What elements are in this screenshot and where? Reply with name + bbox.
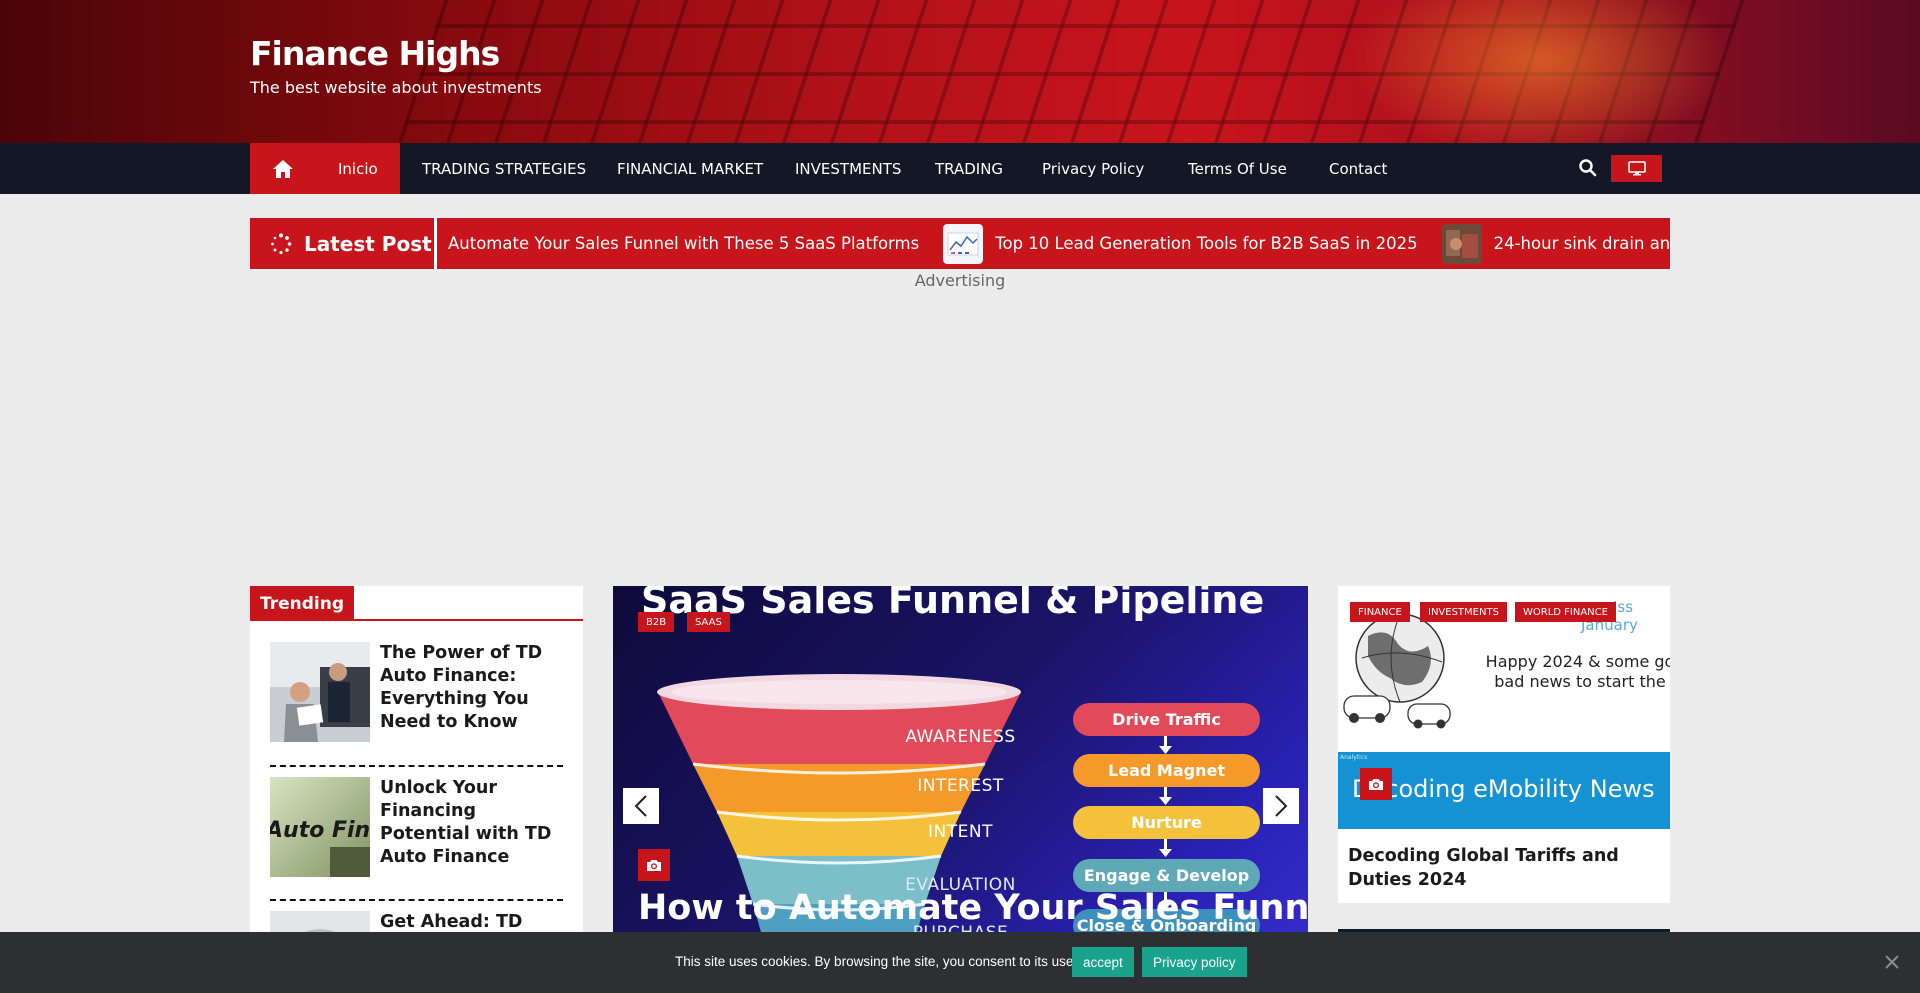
category-tag-investments[interactable]: INVESTMENTS: [1420, 602, 1507, 622]
home-icon: [273, 159, 293, 178]
nav-item-contact[interactable]: Contact: [1329, 143, 1387, 194]
card-note: Happy 2024 & some go bad news to start t…: [1480, 652, 1670, 692]
slide-caption-title[interactable]: How to Automate Your Sales Funnel: [638, 888, 1308, 928]
slide-image-title: SaaS Sales Funnel & Pipeline: [641, 586, 1265, 622]
ticker-item-title[interactable]: 24-hour sink drain and sewe: [1494, 234, 1670, 253]
ticker-thumbnail: [1441, 223, 1482, 264]
funnel-step: Drive Traffic: [1073, 703, 1260, 736]
category-tag-b2b[interactable]: B2B: [638, 612, 675, 632]
camera-icon: [647, 859, 661, 871]
gallery-badge: [638, 849, 670, 881]
card-banner-text: Decoding eMobility News: [1352, 775, 1655, 803]
ticker-label-text: Latest Post: [304, 231, 432, 256]
trending-thumbnail[interactable]: [270, 642, 370, 742]
trending-header: Trending: [250, 586, 583, 621]
trending-label: Trending: [250, 586, 355, 621]
card-small-label: Analytics: [1340, 754, 1368, 761]
slider-prev-button[interactable]: [623, 788, 659, 824]
close-icon[interactable]: [1884, 954, 1900, 970]
nav-item-terms-of-use[interactable]: Terms Of Use: [1188, 143, 1287, 194]
ticker-track: Automate Your Sales Funnel with These 5 …: [448, 218, 1670, 269]
ticker-label: Latest Post: [250, 218, 437, 269]
trending-thumb-text: Auto Finan: [270, 818, 370, 843]
featured-post-title[interactable]: Decoding Global Tariffs and Duties 2024: [1348, 844, 1664, 892]
cookie-privacy-button[interactable]: Privacy policy: [1142, 947, 1247, 977]
nav-item-inicio[interactable]: Inicio: [316, 143, 400, 194]
main-nav: Inicio TRADING STRATEGIES FINANCIAL MARK…: [0, 143, 1920, 194]
slider-next-button[interactable]: [1263, 788, 1299, 824]
card-note-line: bad news to start the: [1494, 672, 1666, 691]
trending-item-title[interactable]: Unlock Your Financing Potential with TD …: [380, 777, 563, 869]
cookie-accept-button[interactable]: accept: [1072, 947, 1134, 977]
nav-item-privacy-policy[interactable]: Privacy Policy: [1042, 143, 1144, 194]
latest-post-ticker: Automate Your Sales Funnel with These 5 …: [250, 218, 1670, 269]
search-icon[interactable]: [1578, 158, 1598, 178]
ticker-item-title[interactable]: Automate Your Sales Funnel with These 5 …: [448, 234, 919, 253]
ticker-item[interactable]: 24-hour sink drain and sewe: [1441, 223, 1670, 264]
chevron-left-icon: [634, 795, 647, 817]
camera-icon: [1369, 778, 1383, 790]
gallery-badge: [1360, 768, 1392, 800]
funnel-step: Nurture: [1073, 806, 1260, 839]
ticker-item[interactable]: Top 10 Lead Generation Tools for B2B Saa…: [943, 223, 1418, 264]
trending-divider: [270, 765, 563, 767]
card-issue-label: Iss January: [1581, 598, 1638, 634]
site-tagline: The best website about investments: [250, 78, 542, 97]
nav-item-financial-market[interactable]: FINANCIAL MARKET: [617, 143, 763, 194]
site-title[interactable]: Finance Highs: [250, 34, 500, 73]
category-tag-finance[interactable]: FINANCE: [1350, 602, 1410, 622]
nav-item-trading-strategies[interactable]: TRADING STRATEGIES: [422, 143, 586, 194]
funnel-step: Lead Magnet: [1073, 754, 1260, 787]
cookie-consent-bar: This site uses cookies. By browsing the …: [0, 932, 1920, 993]
category-tag-saas[interactable]: SAAS: [687, 612, 730, 632]
nav-item-trading[interactable]: TRADING: [935, 143, 1003, 194]
ticker-item[interactable]: Automate Your Sales Funnel with These 5 …: [448, 234, 919, 253]
ticker-thumbnail: [943, 223, 984, 264]
header-background-glow: [1350, 0, 1730, 143]
ticker-item-title[interactable]: Top 10 Lead Generation Tools for B2B Saa…: [995, 234, 1417, 253]
nav-home-button[interactable]: [250, 143, 316, 194]
trending-thumbnail[interactable]: Auto Finan: [270, 777, 370, 877]
spinner-icon: [271, 233, 292, 254]
desktop-view-button[interactable]: [1611, 155, 1662, 182]
card-note-line: Happy 2024 & some go: [1485, 652, 1670, 671]
nav-item-investments[interactable]: INVESTMENTS: [795, 143, 901, 194]
chevron-right-icon: [1275, 795, 1288, 817]
category-tag-world-finance[interactable]: WORLD FINANCE: [1515, 602, 1616, 622]
cookie-message: This site uses cookies. By browsing the …: [675, 954, 1078, 969]
card-issue-text: Iss: [1613, 598, 1634, 616]
advertising-label: Advertising: [914, 271, 1006, 290]
featured-post-card[interactable]: Iss January Happy 2024 & some go bad new…: [1338, 586, 1670, 903]
trending-divider: [270, 899, 563, 901]
desktop-icon: [1627, 161, 1646, 176]
trending-item-title[interactable]: The Power of TD Auto Finance: Everything…: [380, 642, 563, 734]
site-header: Finance Highs The best website about inv…: [0, 0, 1920, 143]
